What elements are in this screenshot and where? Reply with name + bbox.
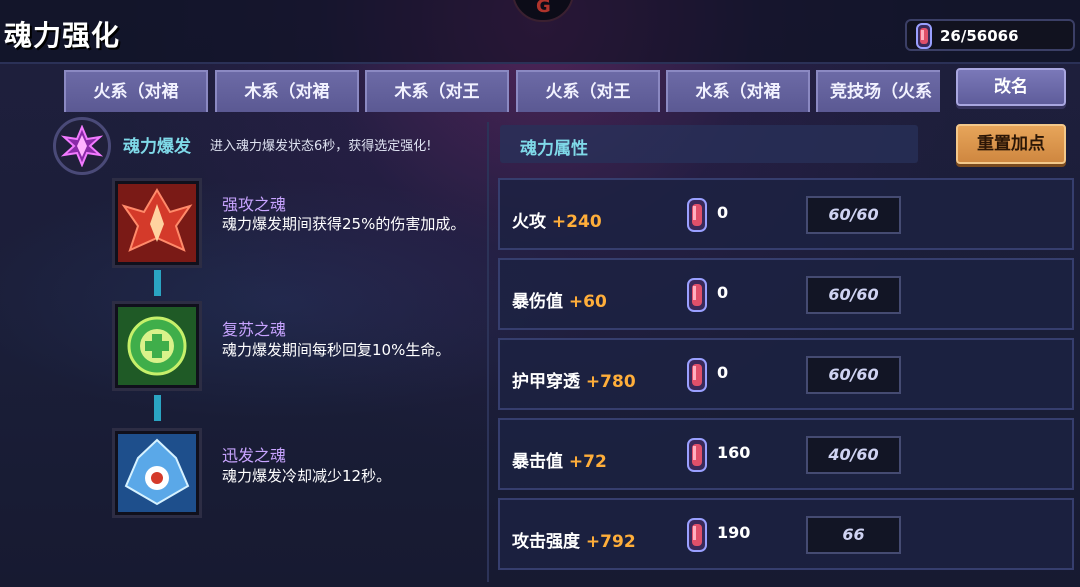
attribute-bonus: +240	[551, 212, 602, 232]
attribute-label: 护甲穿透 +780	[512, 367, 636, 392]
attribute-points: 160	[717, 443, 751, 462]
top-bar: 魂力强化 G 26/56066	[0, 0, 1080, 64]
attribute-row[interactable]: 暴击值 +72 160 40/60	[498, 418, 1074, 490]
attack-soul-card[interactable]	[112, 178, 202, 268]
attribute-label: 暴击值 +72	[512, 447, 607, 472]
attributes-header: 魂力属性	[500, 125, 918, 163]
attribute-name: 火攻	[512, 212, 546, 232]
tab-preset-4[interactable]: 火系（对王	[516, 70, 660, 112]
attribute-name: 攻击强度	[512, 532, 580, 552]
revive-soul-card[interactable]	[112, 301, 202, 391]
attribute-points: 0	[717, 203, 729, 222]
reset-points-button[interactable]: 重置加点	[956, 124, 1066, 164]
soul-connector	[154, 270, 161, 296]
attribute-cap[interactable]: 66	[806, 516, 901, 554]
soul-crystal-icon	[684, 197, 710, 237]
attribute-points: 0	[717, 363, 729, 382]
panel-divider	[487, 122, 489, 582]
attribute-points: 0	[717, 283, 729, 302]
soul-currency-value: 26/56066	[940, 27, 1019, 45]
attack-soul-description: 魂力爆发期间获得25%的伤害加成。	[222, 215, 466, 233]
attribute-label: 火攻 +240	[512, 207, 602, 232]
swift-soul-name: 迅发之魂	[222, 446, 287, 465]
soul-burst-description: 进入魂力爆发状态6秒，获得选定强化!	[210, 139, 432, 154]
swift-soul-card[interactable]	[112, 428, 202, 518]
page-title: 魂力强化	[4, 19, 121, 52]
attribute-bonus: +792	[585, 532, 636, 552]
attribute-name: 护甲穿透	[512, 372, 580, 392]
attributes-title: 魂力属性	[520, 139, 588, 159]
soul-crystal-icon	[684, 277, 710, 317]
soul-burst-crystal-icon	[53, 117, 111, 175]
preset-tabs: 火系（对裙 木系（对裙 木系（对王 火系（对王 水系（对裙 竞技场（火系	[64, 70, 940, 112]
revive-soul-name: 复苏之魂	[222, 320, 287, 339]
soul-currency-display: 26/56066	[905, 19, 1075, 51]
attack-soul-icon	[118, 184, 196, 262]
revive-soul-description: 魂力爆发期间每秒回复10%生命。	[222, 341, 451, 359]
tab-preset-1[interactable]: 火系（对裙	[64, 70, 208, 112]
attribute-label: 暴伤值 +60	[512, 287, 607, 312]
attribute-cap[interactable]: 60/60	[806, 276, 901, 314]
attribute-bonus: +780	[585, 372, 636, 392]
swift-soul-icon	[118, 434, 196, 512]
soul-crystal-icon	[684, 437, 710, 477]
attribute-name: 暴伤值	[512, 292, 563, 312]
soul-crystal-icon	[684, 517, 710, 557]
revive-soul-icon	[118, 307, 196, 385]
attribute-bonus: +60	[568, 292, 607, 312]
attribute-bonus: +72	[568, 452, 607, 472]
attribute-row[interactable]: 护甲穿透 +780 0 60/60	[498, 338, 1074, 410]
tab-preset-3[interactable]: 木系（对王	[365, 70, 509, 112]
soul-connector	[154, 395, 161, 421]
attribute-name: 暴击值	[512, 452, 563, 472]
attack-soul-name: 强攻之魂	[222, 195, 287, 214]
attribute-row[interactable]: 火攻 +240 0 60/60	[498, 178, 1074, 250]
tab-preset-2[interactable]: 木系（对裙	[215, 70, 359, 112]
attribute-row[interactable]: 暴伤值 +60 0 60/60	[498, 258, 1074, 330]
tab-preset-5[interactable]: 水系（对裙	[666, 70, 810, 112]
top-emblem-icon: G	[512, 0, 574, 22]
attribute-label: 攻击强度 +792	[512, 527, 636, 552]
attribute-cap[interactable]: 60/60	[806, 356, 901, 394]
soul-crystal-icon	[684, 357, 710, 397]
tab-preset-6[interactable]: 竞技场（火系	[816, 70, 940, 112]
soul-crystal-icon	[910, 22, 938, 54]
soul-burst-title: 魂力爆发	[123, 137, 191, 157]
attribute-row[interactable]: 攻击强度 +792 190 66	[498, 498, 1074, 570]
emblem-glyph: G	[536, 0, 551, 17]
attribute-points: 190	[717, 523, 751, 542]
attribute-cap[interactable]: 60/60	[806, 196, 901, 234]
rename-button[interactable]: 改名	[956, 68, 1066, 106]
attribute-cap[interactable]: 40/60	[806, 436, 901, 474]
swift-soul-description: 魂力爆发冷却减少12秒。	[222, 467, 392, 485]
